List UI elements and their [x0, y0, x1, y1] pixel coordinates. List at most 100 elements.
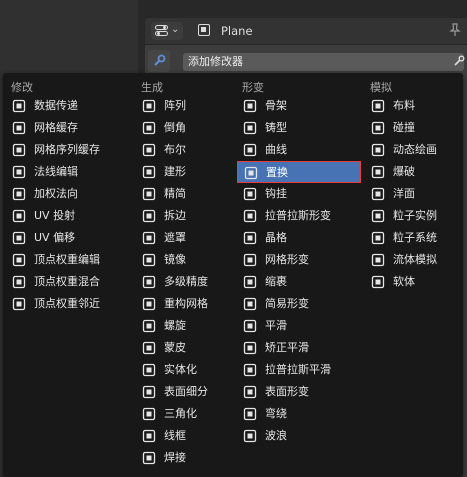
- menu-item-explode[interactable]: 爆破: [365, 161, 460, 183]
- menu-column-header: 模拟: [370, 81, 392, 94]
- menu-item-label: 矫正平滑: [265, 341, 309, 354]
- menu-item-mask[interactable]: 遮罩: [136, 227, 236, 249]
- menu-item-label: 平滑: [265, 319, 287, 332]
- menu-item-solidify[interactable]: 实体化: [136, 359, 236, 381]
- subdivision-icon: [142, 385, 156, 399]
- remesh-icon: [142, 297, 156, 311]
- menu-item-collision[interactable]: 碰撞: [365, 117, 460, 139]
- menu-item-laplacian-smooth[interactable]: 拉普拉斯平滑: [237, 359, 361, 381]
- editor-type-button[interactable]: ⌄: [151, 22, 183, 40]
- menu-item-surface-deform[interactable]: 表面形变: [237, 381, 361, 403]
- menu-column-2: 生成 阵列 倒角 布尔 建形 精简 拆边 遮罩 镜像 多级精度 重构网格 螺旋 蒙皮 实体化 表面细分 三角化…: [136, 73, 236, 477]
- menu-item-array[interactable]: 阵列: [136, 95, 236, 117]
- menu-item-label: 蒙皮: [164, 341, 186, 354]
- menu-item-cloth[interactable]: 布料: [365, 95, 460, 117]
- menu-item-label: 碰撞: [393, 121, 415, 134]
- menu-item-label: 网格缓存: [34, 121, 78, 134]
- dynamic-paint-icon: [371, 143, 385, 157]
- menu-item-label: 镜像: [164, 253, 186, 266]
- menu-item-label: 简易形变: [265, 297, 309, 310]
- menu-item-shrinkwrap[interactable]: 缩裹: [237, 271, 361, 293]
- curve-icon: [243, 143, 257, 157]
- menu-item-armature[interactable]: 骨架: [237, 95, 361, 117]
- properties-header: [145, 18, 467, 45]
- menu-item-curve[interactable]: 曲线: [237, 139, 361, 161]
- menu-item-mirror[interactable]: 镜像: [136, 249, 236, 271]
- menu-item-label: 洋面: [393, 187, 415, 200]
- menu-column-header: 修改: [11, 81, 33, 94]
- menu-item-label: 加权法向: [34, 187, 78, 200]
- pin-icon[interactable]: [449, 23, 461, 37]
- add-modifier-dropdown[interactable]: 添加修改器: [183, 53, 464, 71]
- menu-item-ocean[interactable]: 洋面: [365, 183, 460, 205]
- menu-item-fluid[interactable]: 流体模拟: [365, 249, 460, 271]
- menu-item-screw[interactable]: 螺旋: [136, 315, 236, 337]
- properties-editor-icon: [155, 25, 168, 36]
- vertex-weight-mix-icon: [12, 275, 26, 289]
- data-transfer-icon: [12, 99, 26, 113]
- uv-project-icon: [12, 209, 26, 223]
- menu-item-cast[interactable]: 铸型: [237, 117, 361, 139]
- menu-item-wave[interactable]: 波浪: [237, 425, 361, 447]
- menu-item-weld[interactable]: 焊接: [136, 447, 236, 469]
- surface-deform-icon: [243, 385, 257, 399]
- menu-item-remesh[interactable]: 重构网格: [136, 293, 236, 315]
- simple-deform-icon: [243, 297, 257, 311]
- menu-item-mesh-sequence-cache[interactable]: 网格序列缓存: [6, 139, 132, 161]
- menu-item-particle-system[interactable]: 粒子系统: [365, 227, 460, 249]
- menu-item-uv-project[interactable]: UV 投射: [6, 205, 132, 227]
- menu-item-label: 重构网格: [164, 297, 208, 310]
- mask-icon: [142, 231, 156, 245]
- menu-item-label: 顶点权重邻近: [34, 297, 100, 310]
- mesh-deform-icon: [243, 253, 257, 267]
- menu-item-corrective-smooth[interactable]: 矫正平滑: [237, 337, 361, 359]
- laplacian-deform-icon: [243, 209, 257, 223]
- menu-item-label: 曲线: [265, 143, 287, 156]
- menu-item-label: 钩挂: [265, 187, 287, 200]
- menu-item-hook[interactable]: 钩挂: [237, 183, 361, 205]
- shrinkwrap-icon: [243, 275, 257, 289]
- menu-item-particle-instance[interactable]: 粒子实例: [365, 205, 460, 227]
- menu-item-label: 螺旋: [164, 319, 186, 332]
- menu-item-weighted-normal[interactable]: 加权法向: [6, 183, 132, 205]
- menu-item-displace[interactable]: 置换: [237, 161, 361, 183]
- screw-icon: [142, 319, 156, 333]
- menu-item-multires[interactable]: 多级精度: [136, 271, 236, 293]
- menu-item-laplacian-deform[interactable]: 拉普拉斯形变: [237, 205, 361, 227]
- menu-item-label: 线框: [164, 429, 186, 442]
- edge-split-icon: [142, 209, 156, 223]
- menu-item-skin[interactable]: 蒙皮: [136, 337, 236, 359]
- menu-item-warp[interactable]: 弯绕: [237, 403, 361, 425]
- menu-item-smooth[interactable]: 平滑: [237, 315, 361, 337]
- hook-icon: [243, 187, 257, 201]
- modifier-properties-tab[interactable]: [148, 50, 170, 72]
- menu-item-boolean[interactable]: 布尔: [136, 139, 236, 161]
- menu-item-label: 表面形变: [265, 385, 309, 398]
- menu-item-subdivision[interactable]: 表面细分: [136, 381, 236, 403]
- menu-item-triangulate[interactable]: 三角化: [136, 403, 236, 425]
- menu-item-wireframe[interactable]: 线框: [136, 425, 236, 447]
- menu-item-label: 顶点权重混合: [34, 275, 100, 288]
- menu-item-simple-deform[interactable]: 简易形变: [237, 293, 361, 315]
- menu-item-dynamic-paint[interactable]: 动态绘画: [365, 139, 460, 161]
- menu-item-data-transfer[interactable]: 数据传递: [6, 95, 132, 117]
- menu-item-normal-edit[interactable]: 法线编辑: [6, 161, 132, 183]
- menu-item-label: 网格形变: [265, 253, 309, 266]
- menu-item-bevel[interactable]: 倒角: [136, 117, 236, 139]
- menu-item-vertex-weight-proximity[interactable]: 顶点权重邻近: [6, 293, 132, 315]
- menu-item-build[interactable]: 建形: [136, 161, 236, 183]
- menu-item-decimate[interactable]: 精简: [136, 183, 236, 205]
- menu-item-label: 流体模拟: [393, 253, 437, 266]
- menu-item-mesh-cache[interactable]: 网格缓存: [6, 117, 132, 139]
- chevron-down-icon: ⌄: [171, 24, 180, 35]
- menu-item-uv-warp[interactable]: UV 偏移: [6, 227, 132, 249]
- menu-item-edge-split[interactable]: 拆边: [136, 205, 236, 227]
- menu-item-vertex-weight-mix[interactable]: 顶点权重混合: [6, 271, 132, 293]
- menu-item-label: 实体化: [164, 363, 197, 376]
- menu-item-lattice[interactable]: 晶格: [237, 227, 361, 249]
- menu-item-mesh-deform[interactable]: 网格形变: [237, 249, 361, 271]
- menu-item-label: 数据传递: [34, 99, 78, 112]
- decimate-icon: [142, 187, 156, 201]
- menu-item-soft-body[interactable]: 软体: [365, 271, 460, 293]
- menu-item-vertex-weight-edit[interactable]: 顶点权重编辑: [6, 249, 132, 271]
